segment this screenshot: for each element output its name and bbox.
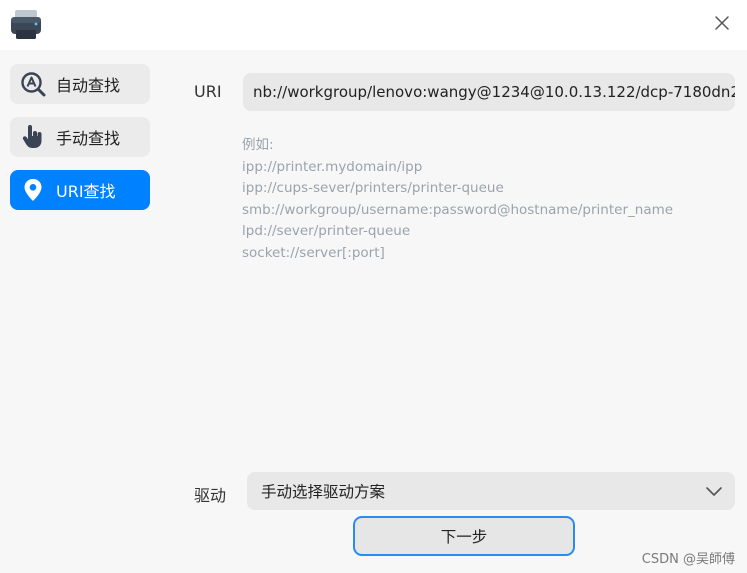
hand-pointer-icon <box>20 124 46 150</box>
auto-search-icon <box>20 71 46 97</box>
example-line: ipp://cups-sever/printers/printer-queue <box>242 180 504 196</box>
example-line: lpd://sever/printer-queue <box>242 223 411 239</box>
driver-label: 驱动 <box>194 486 227 505</box>
location-pin-icon <box>20 177 46 203</box>
uri-input[interactable]: nb://workgroup/lenovo:wangy@1234@10.0.13… <box>243 73 735 111</box>
driver-select[interactable]: 手动选择驱动方案 <box>247 472 735 510</box>
sidebar-item-label: 手动查找 <box>56 129 121 148</box>
title-bar <box>0 0 747 50</box>
sidebar-item-label: URI查找 <box>56 182 116 201</box>
sidebar-item-manual-search[interactable]: 手动查找 <box>10 117 150 157</box>
close-icon <box>714 15 730 35</box>
example-line: socket://server[:port] <box>242 244 385 261</box>
watermark: CSDN @吴師傅 <box>641 552 735 567</box>
next-button[interactable]: 下一步 <box>353 516 575 556</box>
sidebar: 自动查找 手动查找 URI查找 <box>0 50 160 573</box>
sidebar-item-label: 自动查找 <box>56 76 121 95</box>
chevron-down-icon <box>705 483 723 499</box>
driver-select-value: 手动选择驱动方案 <box>261 483 386 501</box>
examples-title: 例如: <box>242 137 274 153</box>
sidebar-item-uri-search[interactable]: URI查找 <box>10 170 150 210</box>
example-line: smb://workgroup/username:password@hostna… <box>242 201 674 218</box>
printer-icon <box>10 10 42 40</box>
uri-examples: 例如: ipp://printer.mydomain/ipp ipp://cup… <box>242 135 673 264</box>
uri-label: URI <box>194 82 222 101</box>
uri-input-value: nb://workgroup/lenovo:wangy@1234@10.0.13… <box>253 83 735 101</box>
close-button[interactable] <box>705 8 739 42</box>
example-line: ipp://printer.mydomain/ipp <box>242 158 423 175</box>
sidebar-item-auto-search[interactable]: 自动查找 <box>10 64 150 104</box>
